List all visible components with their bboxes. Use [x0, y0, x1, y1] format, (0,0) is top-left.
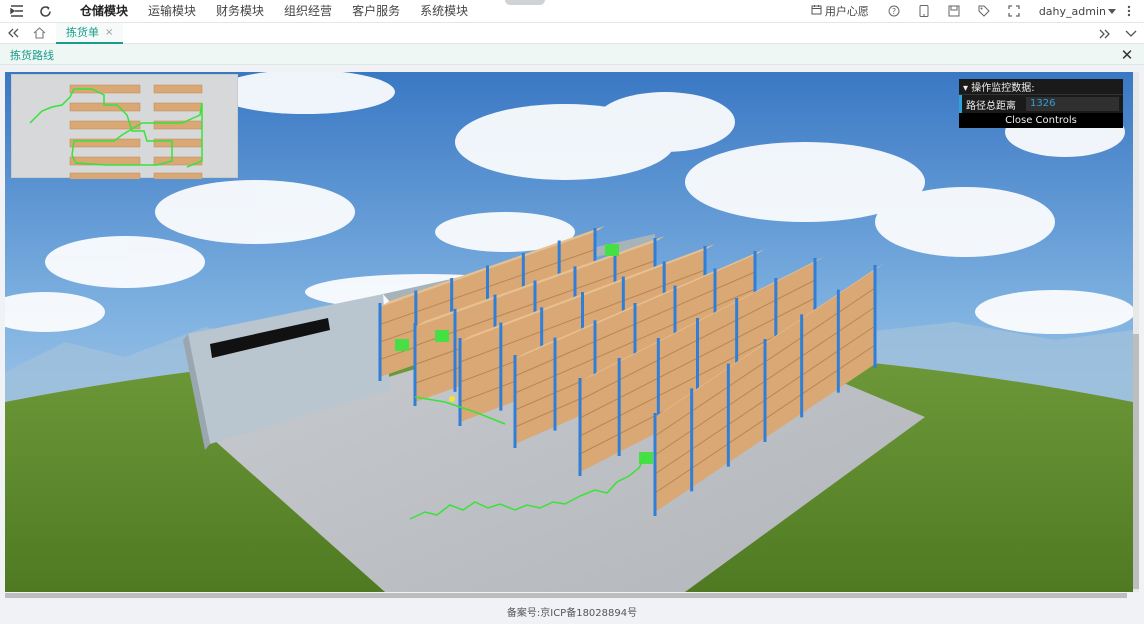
fullscreen-icon[interactable]	[999, 0, 1029, 22]
picked-item-marker	[395, 339, 409, 351]
horizontal-scrollbar[interactable]	[5, 593, 1127, 598]
vertical-scrollbar[interactable]	[1133, 72, 1139, 592]
main-menu: 仓储模块 运输模块 财务模块 组织经营 客户服务 系统模块	[70, 0, 478, 22]
tag-icon[interactable]	[969, 0, 999, 22]
route-distance-value[interactable]: 1326	[1026, 97, 1119, 111]
menu-fold-icon[interactable]	[6, 0, 28, 22]
tab-pick-list[interactable]: 拣货单 ×	[56, 22, 124, 44]
save-icon[interactable]	[939, 0, 969, 22]
double-left-icon[interactable]	[0, 23, 26, 44]
footer-icp: 备案号:京ICP备18028894号	[506, 608, 638, 619]
controls-header[interactable]: ▾ 操作监控数据:	[959, 79, 1123, 95]
minimap-rack	[153, 172, 203, 182]
picked-item-marker	[605, 244, 619, 256]
user-menu[interactable]: dahy_admin	[1029, 5, 1120, 18]
page-header: 拣货路线 ✕	[0, 45, 1144, 65]
minimap-rack	[153, 102, 203, 112]
route-distance-label: 路径总距离	[966, 100, 1016, 112]
tablet-icon[interactable]	[909, 0, 939, 22]
tabs-bar: 拣货单 ×	[0, 22, 1144, 44]
menu-item-transport[interactable]: 运输模块	[138, 0, 206, 22]
home-icon[interactable]	[26, 23, 52, 44]
menu-item-organization[interactable]: 组织经营	[274, 0, 342, 22]
menu-item-finance[interactable]: 财务模块	[206, 0, 274, 22]
minimap-rack	[69, 102, 141, 112]
double-right-icon[interactable]	[1092, 23, 1118, 44]
refresh-icon[interactable]	[34, 0, 56, 22]
user-wish-label: 用户心愿	[824, 5, 869, 18]
tab-close-icon[interactable]: ×	[105, 27, 113, 38]
collapse-handle[interactable]	[505, 0, 545, 5]
vertical-scrollbar-thumb[interactable]	[1133, 334, 1139, 589]
menu-item-warehouse[interactable]: 仓储模块	[70, 0, 138, 22]
tabs-right-tools	[1092, 23, 1144, 44]
minimap[interactable]	[11, 74, 238, 182]
caret-down-icon	[1108, 5, 1116, 18]
top-navigation-bar: 仓储模块 运输模块 财务模块 组织经营 客户服务 系统模块 用户心愿 ? dah	[0, 0, 1144, 23]
topbar-right-tools: 用户心愿 ? dahy_admin	[801, 0, 1138, 22]
username: dahy_admin	[1038, 4, 1106, 18]
svg-text:?: ?	[892, 7, 896, 16]
page-title: 拣货路线	[10, 48, 54, 62]
monitor-controls-panel: ▾ 操作监控数据: 路径总距离 1326 Close Controls	[959, 79, 1123, 128]
calendar-icon	[811, 4, 822, 18]
route-distance-row: 路径总距离 1326	[959, 95, 1123, 113]
user-wish-button[interactable]: 用户心愿	[801, 3, 879, 19]
minimap-rack	[153, 84, 203, 94]
minimap-rack	[153, 138, 203, 148]
more-icon[interactable]	[1120, 0, 1138, 22]
close-icon[interactable]: ✕	[1118, 46, 1136, 64]
menu-item-customer-service[interactable]: 客户服务	[342, 0, 410, 22]
tab-label: 拣货单	[66, 26, 99, 39]
help-icon[interactable]: ?	[879, 0, 909, 22]
close-controls-button[interactable]: Close Controls	[959, 113, 1123, 128]
minimap-rack	[69, 138, 141, 148]
minimap-rack	[153, 120, 203, 130]
warehouse-3d-viewport[interactable]: ▾ 操作监控数据: 路径总距离 1326 Close Controls	[5, 72, 1133, 592]
menu-item-system[interactable]: 系统模块	[410, 0, 478, 22]
chevron-down-icon[interactable]	[1118, 23, 1144, 44]
minimap-rack	[69, 172, 141, 182]
picked-item-marker	[435, 330, 449, 342]
